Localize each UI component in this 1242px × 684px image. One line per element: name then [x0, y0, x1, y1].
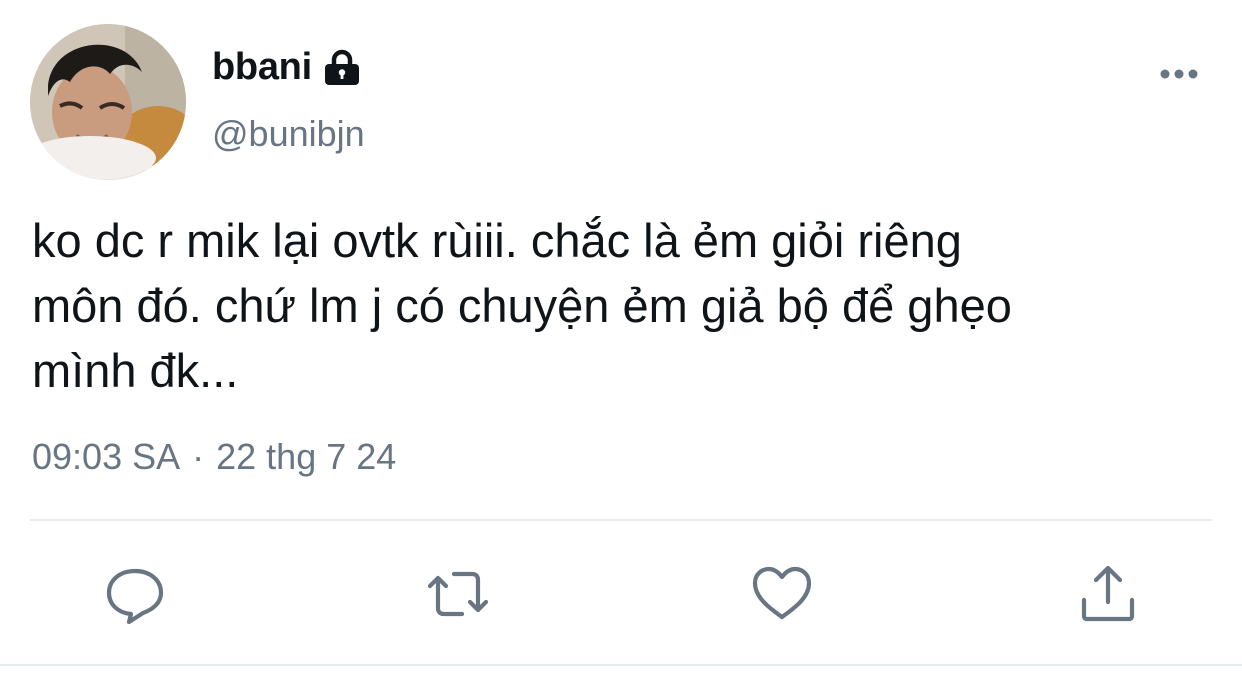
- divider: [30, 519, 1212, 521]
- bottom-divider: [0, 664, 1242, 666]
- avatar[interactable]: [30, 24, 186, 180]
- display-name[interactable]: bbani: [212, 46, 312, 89]
- reply-button[interactable]: [103, 562, 167, 626]
- more-options-button[interactable]: [1155, 58, 1203, 90]
- share-button[interactable]: [1076, 562, 1140, 626]
- comment-bubble-icon: [106, 568, 164, 625]
- retweet-button[interactable]: [426, 562, 490, 626]
- user-name-row: bbani: [212, 44, 362, 90]
- tweet-timestamp[interactable]: 09:03 SA · 22 thg 7 24: [32, 436, 396, 478]
- lock-icon: [322, 47, 362, 87]
- meta-separator: ·: [192, 436, 205, 477]
- like-button[interactable]: [750, 562, 814, 626]
- more-dots-icon: [1160, 69, 1198, 79]
- heart-icon: [752, 566, 812, 620]
- retweet-arrows-icon: [427, 571, 489, 617]
- tweet-card: bbani @bunibjn ko dc r mik lại ovtk rùii…: [0, 0, 1242, 684]
- share-upload-icon: [1081, 565, 1135, 622]
- tweet-text: ko dc r mik lại ovtk rùiii. chắc là ẻm g…: [32, 214, 1012, 397]
- tweet-date: 22 thg 7 24: [216, 436, 397, 477]
- tweet-time: 09:03 SA: [32, 436, 181, 477]
- user-handle[interactable]: @bunibjn: [212, 113, 365, 155]
